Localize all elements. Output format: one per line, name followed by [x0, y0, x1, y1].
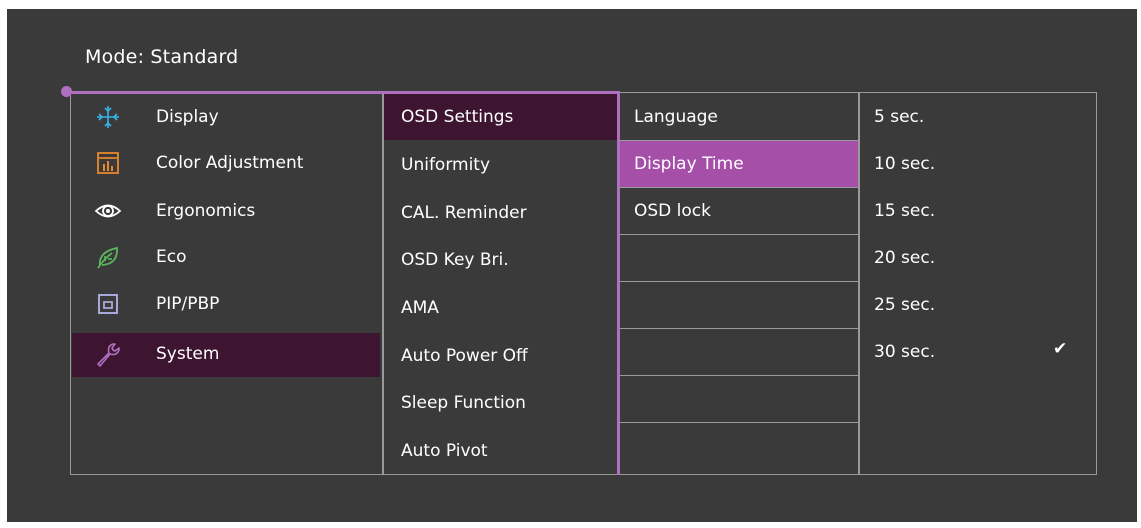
submenu-item-ama[interactable]: AMA	[384, 285, 617, 331]
display-time-label: 30 sec.	[874, 342, 936, 362]
display-time-option-20[interactable]: 20 sec.	[860, 235, 1096, 282]
wrench-icon	[97, 343, 120, 367]
menu-item-ergonomics[interactable]: Ergonomics	[72, 190, 380, 234]
submenu-item-label: OSD Key Bri.	[401, 250, 509, 270]
menu-item-display[interactable]: Display	[72, 96, 380, 140]
submenu-item-cal-reminder[interactable]: CAL. Reminder	[384, 190, 617, 236]
osd-option-empty	[620, 423, 858, 474]
submenu-item-label: Uniformity	[401, 155, 491, 175]
osd-option-empty	[620, 329, 858, 376]
focus-indicator-dot	[61, 86, 72, 97]
menu-item-label: System	[156, 344, 220, 364]
menu-item-eco[interactable]: Eco	[72, 236, 380, 280]
osd-option-label: Language	[634, 107, 718, 127]
submenu-item-label: Auto Power Off	[401, 346, 528, 366]
display-time-option-15[interactable]: 15 sec.	[860, 188, 1096, 235]
menu-item-label: PIP/PBP	[156, 294, 220, 314]
osd-option-empty	[620, 376, 858, 423]
menu-item-color-adjustment[interactable]: Color Adjustment	[72, 142, 380, 186]
osd-option-empty	[620, 235, 858, 282]
display-time-option-10[interactable]: 10 sec.	[860, 141, 1096, 188]
checkmark-icon: ✔	[1053, 339, 1068, 359]
display-time-option-25[interactable]: 25 sec.	[860, 282, 1096, 329]
submenu-item-label: AMA	[401, 298, 439, 318]
menu-item-label: Eco	[156, 247, 187, 267]
submenu-item-label: CAL. Reminder	[401, 203, 527, 223]
osd-option-display-time[interactable]: Display Time	[620, 141, 858, 188]
menu-item-system[interactable]: System	[72, 333, 380, 377]
submenu-item-sleep-function[interactable]: Sleep Function	[384, 380, 617, 426]
display-time-label: 25 sec.	[874, 295, 936, 315]
submenu-item-osd-settings[interactable]: OSD Settings	[384, 94, 617, 140]
menu-item-label: Ergonomics	[156, 201, 256, 221]
osd-option-label: OSD lock	[634, 201, 711, 221]
pip-icon	[98, 294, 118, 314]
osd-option-empty	[620, 282, 858, 329]
osd-option-language[interactable]: Language	[620, 94, 858, 141]
submenu-item-label: Auto Pivot	[401, 441, 488, 461]
osd-option-label: Display Time	[634, 154, 744, 174]
menu-item-pip-pbp[interactable]: PIP/PBP	[72, 283, 380, 327]
display-time-label: 15 sec.	[874, 201, 936, 221]
display-time-option-30[interactable]: 30 sec. ✔	[860, 329, 1096, 376]
mode-label: Mode: Standard	[85, 46, 239, 68]
display-time-label: 10 sec.	[874, 154, 936, 174]
eye-icon	[94, 204, 122, 218]
display-icon	[97, 106, 119, 128]
menu-item-label: Display	[156, 107, 219, 127]
submenu-item-auto-pivot[interactable]: Auto Pivot	[384, 428, 617, 474]
submenu-item-auto-power-off[interactable]: Auto Power Off	[384, 333, 617, 379]
leaf-icon	[97, 246, 118, 269]
menu-item-label: Color Adjustment	[156, 153, 304, 173]
display-time-label: 20 sec.	[874, 248, 936, 268]
display-time-option-5[interactable]: 5 sec.	[860, 94, 1096, 141]
color-adjustment-icon	[97, 152, 119, 174]
display-time-label: 5 sec.	[874, 107, 925, 127]
submenu-item-label: OSD Settings	[401, 107, 514, 127]
submenu-item-osd-key-bri[interactable]: OSD Key Bri.	[384, 237, 617, 283]
osd-option-osd-lock[interactable]: OSD lock	[620, 188, 858, 235]
submenu-item-label: Sleep Function	[401, 393, 526, 413]
submenu-item-uniformity[interactable]: Uniformity	[384, 142, 617, 188]
